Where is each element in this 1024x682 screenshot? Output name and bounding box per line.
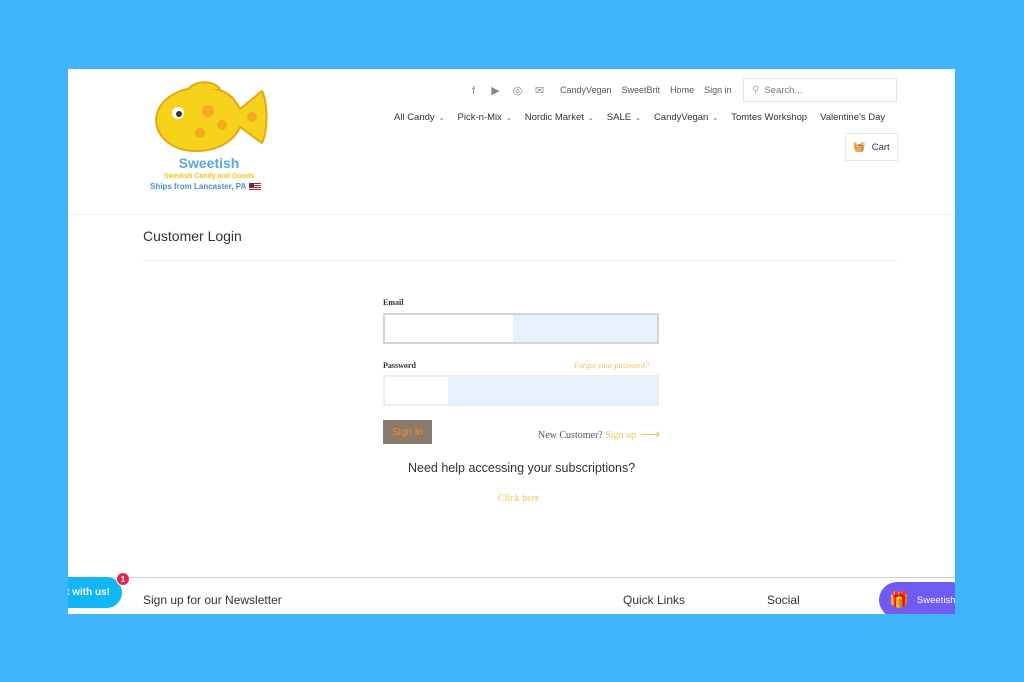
chat-label: t with us!	[68, 587, 110, 598]
chevron-down-icon: ⌄	[635, 115, 641, 122]
top-links: CandyVegan SweetBrit Home Sign in	[560, 85, 732, 95]
email-field-fill	[385, 315, 513, 342]
nav-item-valentines-day[interactable]: Valentine's Day	[820, 112, 885, 123]
top-link-sweetbrit[interactable]: SweetBrit	[622, 85, 661, 95]
main-nav: All Candy ⌄ Pick-n-Mix ⌄ Nordic Market ⌄ SA…	[394, 112, 885, 123]
mail-icon[interactable]: ✉	[534, 84, 545, 97]
cart-button[interactable]: 🧺 Cart	[845, 133, 898, 161]
sign-up-link[interactable]: Sign up	[605, 430, 636, 441]
chevron-down-icon: ⌄	[712, 115, 719, 122]
nav-item-nordic-market[interactable]: Nordic Market ⌄	[525, 112, 594, 123]
logo-brand-text: Sweetish	[178, 155, 240, 171]
new-customer-row: New Customer? Sign up ⟶	[538, 427, 660, 444]
subscriptions-help-text: Need help accessing your subscriptions?	[408, 461, 636, 475]
top-link-home[interactable]: Home	[670, 85, 694, 95]
footer-newsletter-heading: Sign up for our Newsletter	[143, 593, 282, 607]
click-here-link[interactable]: Click here	[498, 493, 539, 504]
youtube-icon[interactable]: ▶	[490, 84, 501, 97]
chevron-down-icon: ⌄	[587, 115, 594, 122]
chat-notification-badge: 1	[116, 572, 130, 586]
search-box[interactable]: ⚲	[743, 78, 897, 102]
forgot-password-link[interactable]: Forgot your password?	[574, 361, 649, 370]
nav-label: SALE	[606, 112, 632, 123]
basket-icon: 🧺	[853, 141, 866, 153]
nav-label: Nordic Market	[524, 112, 584, 123]
social-links: f ▶ ◎ ✉	[468, 84, 545, 98]
nav-item-candyvegan[interactable]: CandyVegan ⌄	[654, 112, 718, 123]
top-link-candyvegan[interactable]: CandyVegan	[560, 85, 612, 95]
nav-label: All Candy	[394, 112, 435, 123]
site-logo[interactable]: Sweetish Swedish Candy and Goods Ships f…	[148, 81, 270, 193]
page-title: Customer Login	[143, 228, 242, 244]
title-divider	[143, 260, 898, 261]
chevron-down-icon: ⌄	[505, 115, 512, 122]
search-input[interactable]	[764, 84, 885, 96]
nav-item-sale[interactable]: SALE ⌄	[607, 112, 641, 123]
footer-divider	[68, 577, 955, 578]
instagram-icon[interactable]: ◎	[512, 84, 523, 97]
password-field[interactable]	[383, 375, 659, 406]
login-page: Sweetish Swedish Candy and Goods Ships f…	[68, 69, 955, 614]
nav-label: Pick-n-Mix	[457, 112, 502, 123]
cart-label: Cart	[871, 141, 890, 153]
header-divider	[68, 214, 955, 215]
footer-quick-links-heading: Quick Links	[623, 593, 686, 607]
password-field-fill	[385, 377, 448, 404]
nav-label: CandyVegan	[653, 112, 709, 123]
chevron-down-icon: ⌄	[438, 115, 445, 122]
footer-social-heading: Social	[767, 593, 800, 607]
nav-item-all-candy[interactable]: All Candy ⌄	[394, 112, 445, 123]
rewards-label: Sweetish	[916, 594, 955, 606]
gift-icon: 🎁	[889, 592, 909, 609]
password-label: Password	[383, 361, 416, 370]
top-link-sign-in[interactable]: Sign in	[704, 85, 732, 95]
email-label: Email	[383, 298, 404, 307]
email-field[interactable]	[383, 313, 659, 344]
arrow-right-icon[interactable]: ⟶	[640, 428, 660, 443]
ships-text: Ships from Lancaster, PA	[150, 182, 247, 191]
new-customer-text: New Customer?	[538, 430, 603, 441]
search-icon: ⚲	[752, 84, 760, 96]
nav-item-pick-n-mix[interactable]: Pick-n-Mix ⌄	[458, 112, 512, 123]
us-flag-icon	[249, 183, 262, 191]
fish-logo-icon	[154, 81, 268, 153]
facebook-icon[interactable]: f	[468, 85, 479, 97]
chat-button[interactable]: t with us!	[68, 577, 122, 608]
rewards-launcher[interactable]: 🎁 Sweetish	[879, 582, 955, 614]
sign-in-button[interactable]: Sign In	[383, 420, 432, 444]
nav-item-tomtes-workshop[interactable]: Tomtes Workshop	[731, 112, 807, 123]
logo-ships-from: Ships from Lancaster, PA	[150, 182, 272, 191]
logo-tagline: Swedish Candy and Goods	[163, 173, 255, 180]
